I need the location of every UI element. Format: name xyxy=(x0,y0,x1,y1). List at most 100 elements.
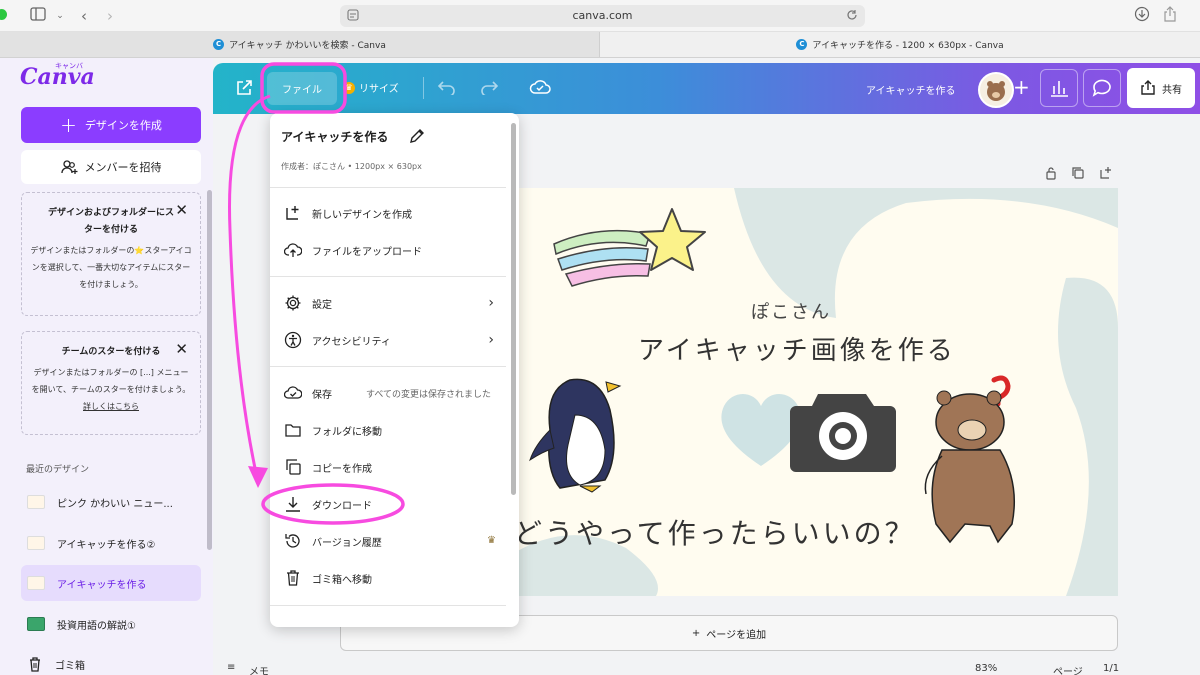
save-status: すべての変更は保存されました xyxy=(366,389,492,400)
shooting-star-illustration xyxy=(553,208,706,287)
menu-design-title[interactable]: アイキャッチを作る xyxy=(281,128,388,145)
recent-design-label: アイキャッチを作る② xyxy=(57,539,156,551)
menu-item-label: ファイルをアップロード xyxy=(312,246,422,258)
design-title-text[interactable]: アイキャッチ画像を作る xyxy=(638,330,956,367)
new-design-menu-item[interactable]: 新しいデザインを作成 xyxy=(270,196,508,230)
comment-icon xyxy=(1092,79,1111,97)
share-button[interactable]: 共有 xyxy=(1127,68,1195,108)
design-page[interactable]: ぽこさん アイキャッチ画像を作る どうやって作ったらいいの？ xyxy=(506,188,1118,596)
download-menu-item[interactable]: ダウンロード xyxy=(270,487,508,521)
learn-more-link[interactable]: 詳しくはこちら xyxy=(83,402,139,411)
add-people-icon xyxy=(60,160,77,174)
design-thumbnail xyxy=(27,576,45,590)
tip-title: デザインおよびフォルダーにスターを付ける xyxy=(47,208,174,235)
menu-item-label: アクセシビリティ xyxy=(312,336,391,348)
share-icon[interactable] xyxy=(1160,6,1180,26)
external-link-icon[interactable] xyxy=(235,79,253,97)
browser-toolbar: ⌄ ‹ › canva.com xyxy=(0,0,1200,32)
back-icon[interactable]: ‹ xyxy=(74,6,94,26)
menu-divider xyxy=(270,276,506,277)
canva-favicon-icon: C xyxy=(796,39,808,50)
star-tip-card: ✕ デザインおよびフォルダーにスターを付ける デザインまたはフォルダーの⭐スター… xyxy=(21,192,201,316)
download-icon[interactable] xyxy=(1132,6,1152,26)
cloud-saved-icon[interactable] xyxy=(529,78,551,96)
forward-icon[interactable]: › xyxy=(100,6,120,26)
upload-icon xyxy=(1141,80,1155,95)
chevron-right-icon: › xyxy=(488,295,494,311)
menu-item-label: ゴミ箱へ移動 xyxy=(312,574,372,586)
recent-design-label: 投資用語の解説① xyxy=(57,620,136,632)
menu-scrollbar[interactable] xyxy=(511,123,516,495)
settings-menu-item[interactable]: 設定 › xyxy=(270,286,508,320)
chevron-right-icon: › xyxy=(488,332,494,348)
url-field[interactable]: canva.com xyxy=(340,5,865,27)
accessibility-menu-item[interactable]: アクセシビリティ › xyxy=(270,323,508,357)
editor-toolbar: ファイル ♛ リサイズ アイキャッチを作る + 共有 xyxy=(213,63,1200,114)
sidebar-toggle-icon[interactable] xyxy=(28,6,48,26)
close-icon[interactable]: ✕ xyxy=(175,201,188,219)
tip-body-text: デザインまたはフォルダーの [...] メニューを開いて、チームのスターを付けま… xyxy=(31,368,191,394)
trash-menu-item[interactable]: ゴミ箱へ移動 xyxy=(270,561,508,595)
add-page-icon[interactable] xyxy=(1099,166,1113,183)
create-design-button[interactable]: + デザインを作成 xyxy=(21,107,201,143)
menu-item-label: フォルダに移動 xyxy=(312,426,382,438)
download-icon xyxy=(286,497,300,512)
invite-members-button[interactable]: メンバーを招待 xyxy=(21,150,201,184)
design-thumbnail xyxy=(27,536,45,550)
menu-divider xyxy=(270,605,506,606)
plus-icon: + xyxy=(60,113,77,137)
tab-search[interactable]: C アイキャッチ かわいいを検索 - Canva xyxy=(0,32,600,57)
page-label[interactable]: ページ xyxy=(1053,663,1083,675)
tab-design[interactable]: C アイキャッチを作る - 1200 × 630px - Canva xyxy=(600,32,1200,57)
insights-button[interactable] xyxy=(1040,69,1078,107)
move-folder-menu-item[interactable]: フォルダに移動 xyxy=(270,413,508,447)
notes-label[interactable]: メモ xyxy=(249,663,269,675)
reload-icon[interactable] xyxy=(845,8,859,22)
close-icon[interactable]: ✕ xyxy=(175,340,188,358)
resize-button[interactable]: ♛ リサイズ xyxy=(343,80,399,95)
zoom-level[interactable]: 83% xyxy=(975,663,997,674)
window-zoom-button[interactable] xyxy=(0,9,7,20)
copy-menu-item[interactable]: コピーを作成 xyxy=(270,450,508,484)
bear-illustration xyxy=(924,375,1015,544)
tab-bar: C アイキャッチ かわいいを検索 - Canva C アイキャッチを作る - 1… xyxy=(0,32,1200,58)
notes-icon[interactable]: ≡ xyxy=(227,662,235,673)
penguin-illustration xyxy=(529,378,622,493)
undo-icon[interactable] xyxy=(437,79,457,95)
invite-members-label: メンバーを招待 xyxy=(84,161,162,174)
recent-design-item[interactable]: 投資用語の解説① xyxy=(21,606,201,642)
tab-label: アイキャッチを作る - 1200 × 630px - Canva xyxy=(812,41,1004,51)
cloud-upload-icon xyxy=(284,243,302,257)
trash-icon xyxy=(30,657,40,672)
add-collaborator-icon[interactable]: + xyxy=(1013,75,1030,99)
design-thumbnail xyxy=(27,495,45,509)
tip-body: デザインまたはフォルダーの⭐スターアイコンを選択して、一番大切なアイテムにスター… xyxy=(30,246,192,289)
version-history-menu-item[interactable]: バージョン履歴 ♛ xyxy=(270,524,508,558)
design-author-name[interactable]: ぽこさん xyxy=(751,298,831,324)
trash-icon xyxy=(287,570,299,586)
file-menu-button[interactable]: ファイル xyxy=(267,72,337,105)
avatar[interactable] xyxy=(978,72,1014,108)
resize-label: リサイズ xyxy=(359,84,399,95)
recent-design-item-active[interactable]: アイキャッチを作る xyxy=(21,565,201,601)
design-title[interactable]: アイキャッチを作る xyxy=(866,82,956,97)
redo-icon[interactable] xyxy=(479,79,499,95)
copy-icon xyxy=(286,459,301,475)
sidebar-scrollbar[interactable] xyxy=(207,190,212,550)
add-document-icon xyxy=(286,206,299,220)
upload-menu-item[interactable]: ファイルをアップロード xyxy=(270,233,508,267)
design-question-text[interactable]: どうやって作ったらいいの？ xyxy=(514,512,916,552)
save-menu-item[interactable]: 保存 すべての変更は保存されました xyxy=(270,376,508,410)
duplicate-page-icon[interactable] xyxy=(1071,166,1085,183)
tip-title: チームのスターを付ける xyxy=(61,347,161,357)
recent-design-item[interactable]: ピンク かわいい ニュー... xyxy=(21,484,201,520)
menu-item-label: コピーを作成 xyxy=(312,463,372,475)
share-label: 共有 xyxy=(1162,84,1182,96)
comments-button[interactable] xyxy=(1083,69,1121,107)
trash-label: ゴミ箱 xyxy=(55,660,85,672)
chevron-down-icon[interactable]: ⌄ xyxy=(50,6,70,26)
lock-icon[interactable] xyxy=(1044,166,1058,183)
trash-item[interactable]: ゴミ箱 xyxy=(21,646,201,675)
recent-design-item[interactable]: アイキャッチを作る② xyxy=(21,525,201,561)
pencil-icon[interactable] xyxy=(408,127,426,145)
